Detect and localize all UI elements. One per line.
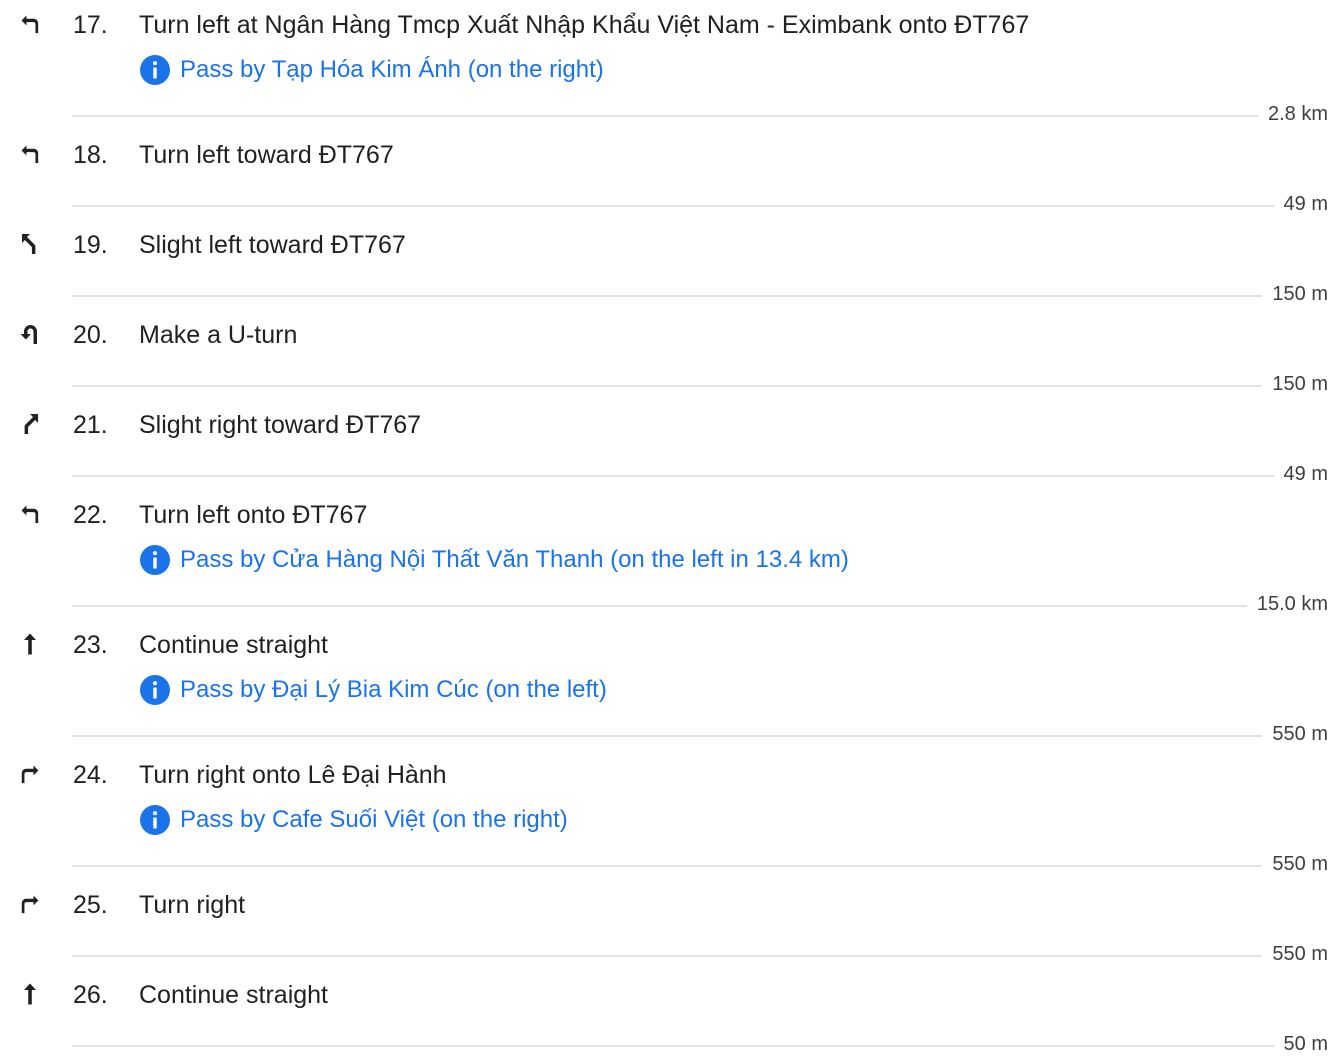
landmark-link[interactable]: Pass by Cafe Suối Việt (on the right) bbox=[180, 804, 568, 836]
step-distance: 15.0 km bbox=[1256, 593, 1328, 615]
step-instruction: Turn left toward ĐT767 bbox=[139, 141, 394, 169]
step-separator: 49 m bbox=[0, 448, 1331, 490]
step-separator: 550 m bbox=[0, 928, 1331, 970]
step-instruction: Slight left toward ĐT767 bbox=[139, 231, 406, 259]
step-instruction: Turn right onto Lê Đại Hành bbox=[139, 761, 447, 789]
step-separator: 550 m bbox=[0, 838, 1331, 880]
step-header[interactable]: 17. Turn left at Ngân Hàng Tmcp Xuất Nhập… bbox=[0, 0, 1331, 48]
step-header[interactable]: 23. Continue straight bbox=[0, 620, 1331, 668]
step-instruction: Turn right bbox=[139, 891, 246, 919]
u-turn-icon bbox=[18, 322, 42, 346]
step-number: 25. bbox=[73, 891, 108, 919]
step-distance: 550 m bbox=[1272, 723, 1328, 745]
step-number: 24. bbox=[73, 761, 108, 789]
info-icon bbox=[139, 544, 171, 576]
divider-line bbox=[72, 205, 1274, 207]
step-separator: 49 m bbox=[0, 178, 1331, 220]
straight-icon bbox=[18, 632, 42, 656]
step-separator: 150 m bbox=[0, 268, 1331, 310]
divider-line bbox=[72, 1045, 1274, 1047]
step-instruction: Turn left at Ngân Hàng Tmcp Xuất Nhập Kh… bbox=[139, 11, 1030, 39]
slight-right-icon bbox=[18, 412, 42, 436]
step-separator: 150 m bbox=[0, 358, 1331, 400]
turn-left-icon bbox=[18, 142, 42, 166]
directions-step-list: 17. Turn left at Ngân Hàng Tmcp Xuất Nhập… bbox=[0, 0, 1331, 1060]
landmark-link[interactable]: Pass by Đại Lý Bia Kim Cúc (on the left) bbox=[180, 674, 607, 706]
step-instruction: Slight right toward ĐT767 bbox=[139, 411, 422, 439]
step-header[interactable]: 26. Continue straight bbox=[0, 970, 1331, 1018]
step-header[interactable]: 22. Turn left onto ĐT767 bbox=[0, 490, 1331, 538]
divider-line bbox=[72, 295, 1263, 297]
step-distance: 2.8 km bbox=[1267, 103, 1328, 125]
step-separator: 50 m bbox=[0, 1018, 1331, 1060]
direction-step[interactable]: 19. Slight left toward ĐT767 150 m bbox=[0, 220, 1331, 310]
landmark-note[interactable]: Pass by Cafe Suối Việt (on the right) bbox=[0, 798, 1331, 838]
straight-icon bbox=[18, 982, 42, 1006]
step-distance: 50 m bbox=[1283, 1033, 1328, 1055]
turn-left-icon bbox=[18, 502, 42, 526]
direction-step[interactable]: 26. Continue straight 50 m bbox=[0, 970, 1331, 1060]
step-header[interactable]: 20. Make a U-turn bbox=[0, 310, 1331, 358]
step-number: 21. bbox=[73, 411, 108, 439]
divider-line bbox=[72, 385, 1263, 387]
step-distance: 550 m bbox=[1272, 853, 1328, 875]
divider-line bbox=[72, 735, 1263, 737]
step-number: 18. bbox=[73, 141, 108, 169]
step-header[interactable]: 19. Slight left toward ĐT767 bbox=[0, 220, 1331, 268]
divider-line bbox=[72, 115, 1258, 117]
direction-step[interactable]: 22. Turn left onto ĐT767 Pass by Cửa Hàng … bbox=[0, 490, 1331, 620]
step-number: 19. bbox=[73, 231, 108, 259]
step-header[interactable]: 25. Turn right bbox=[0, 880, 1331, 928]
slight-left-icon bbox=[18, 232, 42, 256]
landmark-link[interactable]: Pass by Tạp Hóa Kim Ánh (on the right) bbox=[180, 54, 604, 86]
direction-step[interactable]: 18. Turn left toward ĐT767 49 m bbox=[0, 130, 1331, 220]
step-distance: 550 m bbox=[1272, 943, 1328, 965]
landmark-note[interactable]: Pass by Cửa Hàng Nội Thất Văn Thanh (on … bbox=[0, 538, 1331, 578]
step-separator: 15.0 km bbox=[0, 578, 1331, 620]
step-distance: 150 m bbox=[1272, 373, 1328, 395]
direction-step[interactable]: 21. Slight right toward ĐT767 49 m bbox=[0, 400, 1331, 490]
direction-step[interactable]: 24. Turn right onto Lê Đại Hành Pass by Ca… bbox=[0, 750, 1331, 880]
info-icon bbox=[139, 804, 171, 836]
step-header[interactable]: 21. Slight right toward ĐT767 bbox=[0, 400, 1331, 448]
info-icon bbox=[139, 674, 171, 706]
step-distance: 49 m bbox=[1283, 463, 1328, 485]
turn-right-icon bbox=[18, 762, 42, 786]
step-number: 26. bbox=[73, 981, 108, 1009]
step-separator: 550 m bbox=[0, 708, 1331, 750]
step-instruction: Continue straight bbox=[139, 981, 329, 1009]
landmark-link[interactable]: Pass by Cửa Hàng Nội Thất Văn Thanh (on … bbox=[180, 544, 849, 576]
turn-left-icon bbox=[18, 12, 42, 36]
step-header[interactable]: 18. Turn left toward ĐT767 bbox=[0, 130, 1331, 178]
step-instruction: Make a U-turn bbox=[139, 321, 298, 349]
direction-step[interactable]: 20. Make a U-turn 150 m bbox=[0, 310, 1331, 400]
step-distance: 150 m bbox=[1272, 283, 1328, 305]
landmark-note[interactable]: Pass by Tạp Hóa Kim Ánh (on the right) bbox=[0, 48, 1331, 88]
step-separator: 2.8 km bbox=[0, 88, 1331, 130]
info-icon bbox=[139, 54, 171, 86]
divider-line bbox=[72, 865, 1263, 867]
step-instruction: Continue straight bbox=[139, 631, 329, 659]
step-header[interactable]: 24. Turn right onto Lê Đại Hành bbox=[0, 750, 1331, 798]
step-number: 20. bbox=[73, 321, 108, 349]
step-number: 22. bbox=[73, 501, 108, 529]
direction-step[interactable]: 23. Continue straight Pass by Đại Lý Bia K… bbox=[0, 620, 1331, 750]
step-number: 23. bbox=[73, 631, 108, 659]
direction-step[interactable]: 25. Turn right 550 m bbox=[0, 880, 1331, 970]
divider-line bbox=[72, 605, 1247, 607]
divider-line bbox=[72, 955, 1263, 957]
step-instruction: Turn left onto ĐT767 bbox=[139, 501, 368, 529]
divider-line bbox=[72, 475, 1274, 477]
turn-right-icon bbox=[18, 892, 42, 916]
step-distance: 49 m bbox=[1283, 193, 1328, 215]
step-number: 17. bbox=[73, 11, 108, 39]
direction-step[interactable]: 17. Turn left at Ngân Hàng Tmcp Xuất Nhập… bbox=[0, 0, 1331, 130]
landmark-note[interactable]: Pass by Đại Lý Bia Kim Cúc (on the left) bbox=[0, 668, 1331, 708]
